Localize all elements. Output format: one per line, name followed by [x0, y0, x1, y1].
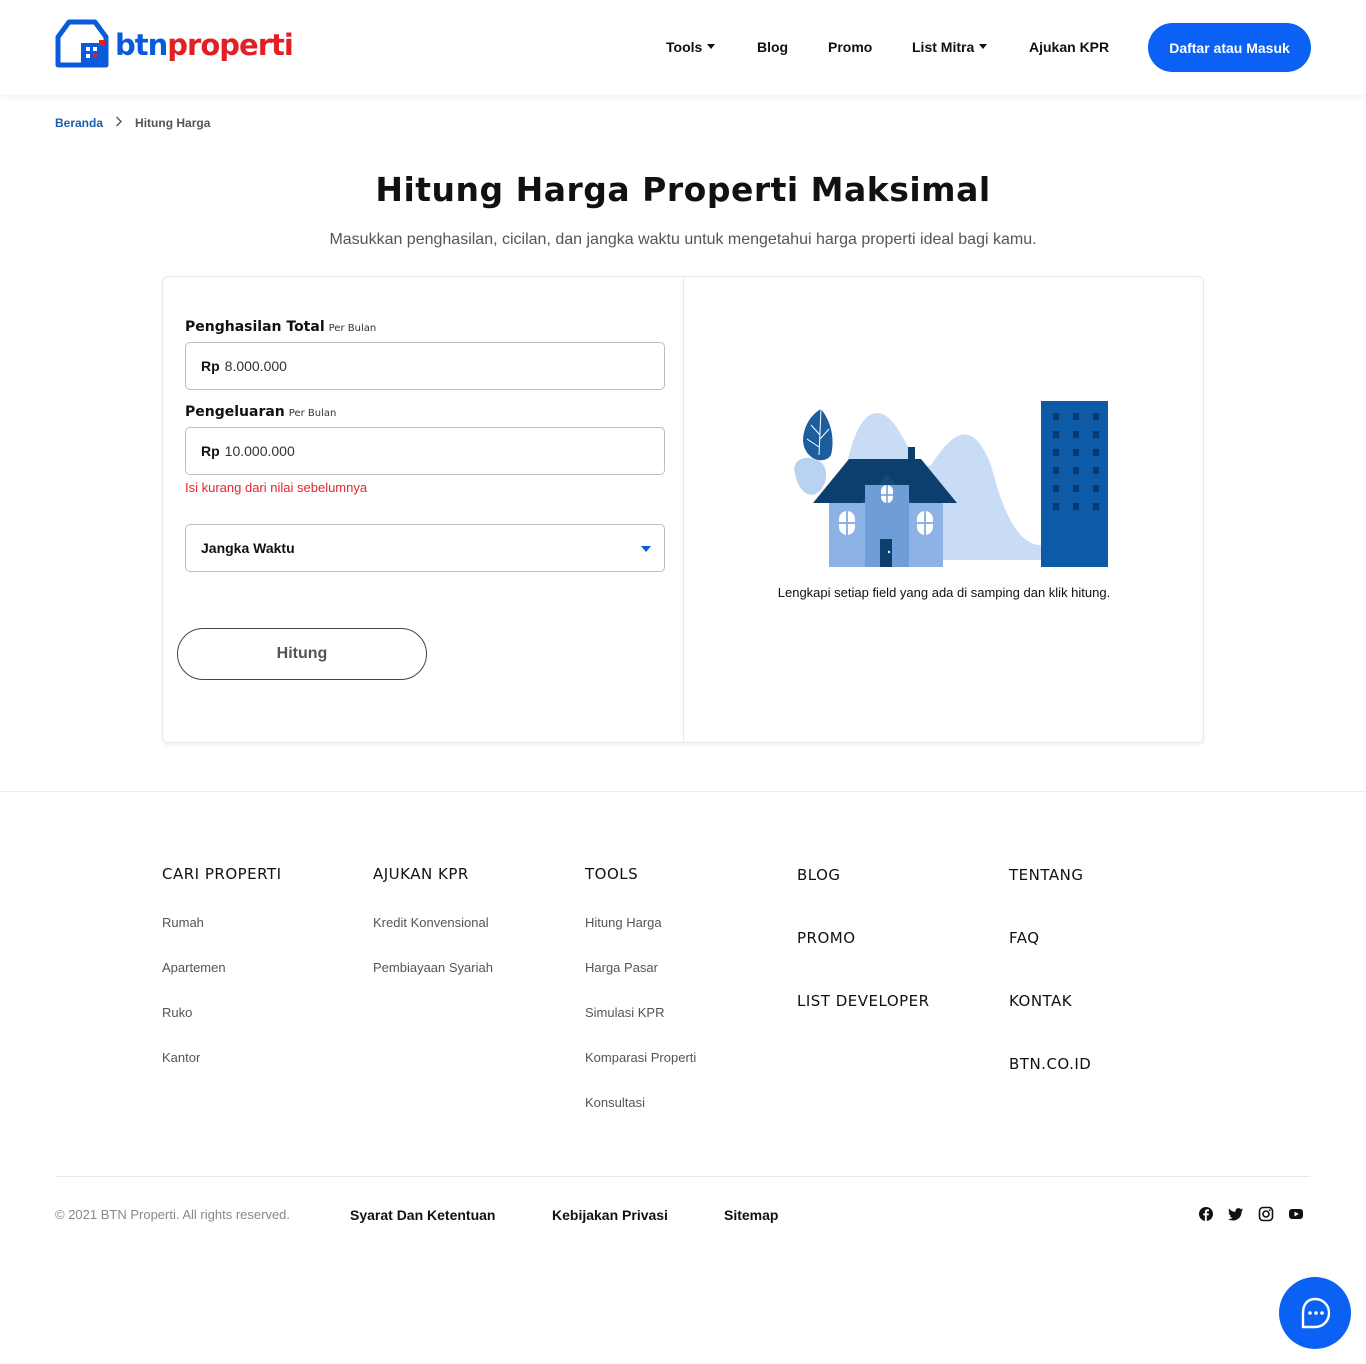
breadcrumb: Beranda Hitung Harga	[55, 116, 210, 130]
footer-link-faq[interactable]: FAQ	[1009, 929, 1040, 947]
nav-list-mitra[interactable]: List Mitra	[912, 39, 988, 55]
footer-link-hitung-harga[interactable]: Hitung Harga	[585, 915, 662, 930]
house-city-illustration	[794, 401, 1108, 567]
income-label: Penghasilan Total Per Bulan	[185, 319, 377, 335]
footer-link-konsultasi[interactable]: Konsultasi	[585, 1095, 645, 1110]
sitemap-link[interactable]: Sitemap	[724, 1207, 778, 1223]
caret-down-icon	[707, 43, 716, 49]
income-input[interactable]: Rp 8.000.000	[185, 342, 665, 390]
footer-link-kontak[interactable]: KONTAK	[1009, 992, 1072, 1010]
privacy-link[interactable]: Kebijakan Privasi	[552, 1207, 668, 1223]
register-login-button[interactable]: Daftar atau Masuk	[1148, 23, 1311, 72]
instagram-icon[interactable]	[1258, 1206, 1274, 1222]
footer-title-tools[interactable]: TOOLS	[585, 865, 638, 883]
footer-divider	[0, 791, 1366, 792]
page-title: Hitung Harga Properti Maksimal	[375, 170, 991, 209]
site-header: btnproperti Tools Blog Promo List Mitra …	[0, 0, 1366, 95]
term-select[interactable]: Jangka Waktu	[185, 524, 665, 572]
footer-link-harga-pasar[interactable]: Harga Pasar	[585, 960, 658, 975]
currency-prefix: Rp	[201, 358, 220, 374]
footer-link-btn-co-id[interactable]: BTN.CO.ID	[1009, 1055, 1091, 1073]
twitter-icon[interactable]	[1228, 1206, 1244, 1222]
expense-value: 10.000.000	[224, 443, 295, 459]
footer-link-ruko[interactable]: Ruko	[162, 1005, 192, 1020]
footer-link-rumah[interactable]: Rumah	[162, 915, 204, 930]
terms-link[interactable]: Syarat Dan Ketentuan	[350, 1207, 495, 1223]
dropdown-arrow-icon	[641, 546, 651, 552]
btn-properti-logo[interactable]: btnproperti	[55, 18, 294, 68]
breadcrumb-current: Hitung Harga	[135, 116, 211, 130]
footer-link-blog[interactable]: BLOG	[797, 866, 841, 884]
footer-bottom-divider	[55, 1176, 1310, 1177]
income-value: 8.000.000	[224, 358, 287, 374]
youtube-icon[interactable]	[1288, 1206, 1304, 1222]
chat-bubble-icon	[1301, 1297, 1331, 1329]
card-divider	[683, 277, 684, 742]
term-select-value: Jangka Waktu	[201, 540, 295, 556]
logo-wordmark: btnproperti	[115, 28, 294, 62]
footer-link-komparasi-properti[interactable]: Komparasi Properti	[585, 1050, 696, 1065]
expense-input[interactable]: Rp 10.000.000	[185, 427, 665, 475]
footer-title-ajukan-kpr[interactable]: AJUKAN KPR	[373, 865, 469, 883]
breadcrumb-home[interactable]: Beranda	[55, 116, 103, 130]
expense-error-message: Isi kurang dari nilai sebelumnya	[185, 480, 368, 495]
copyright-text: © 2021 BTN Properti. All rights reserved…	[55, 1207, 291, 1222]
chevron-right-icon	[115, 116, 123, 130]
result-hint: Lengkapi setiap field yang ada di sampin…	[777, 585, 1111, 600]
footer-link-list-developer[interactable]: LIST DEVELOPER	[797, 992, 930, 1010]
footer-link-tentang[interactable]: TENTANG	[1009, 866, 1083, 884]
nav-promo[interactable]: Promo	[828, 39, 872, 55]
house-logo-icon	[55, 19, 109, 67]
footer-link-simulasi-kpr[interactable]: Simulasi KPR	[585, 1005, 664, 1020]
footer-link-promo[interactable]: PROMO	[797, 929, 856, 947]
footer-link-apartemen[interactable]: Apartemen	[162, 960, 226, 975]
nav-ajukan-kpr[interactable]: Ajukan KPR	[1029, 39, 1109, 55]
footer-link-pembiayaan-syariah[interactable]: Pembiayaan Syariah	[373, 960, 493, 975]
calculate-button[interactable]: Hitung	[177, 628, 427, 680]
footer-link-kantor[interactable]: Kantor	[162, 1050, 200, 1065]
footer-link-kredit-konvensional[interactable]: Kredit Konvensional	[373, 915, 489, 930]
calculator-card: Penghasilan Total Per Bulan Rp 8.000.000 …	[162, 276, 1204, 743]
nav-tools[interactable]: Tools	[666, 39, 716, 55]
footer-title-cari-properti[interactable]: CARI PROPERTI	[162, 865, 282, 883]
currency-prefix: Rp	[201, 443, 220, 459]
chat-button[interactable]	[1279, 1277, 1351, 1349]
facebook-icon[interactable]	[1198, 1206, 1214, 1222]
nav-blog[interactable]: Blog	[757, 39, 788, 55]
expense-label: Pengeluaran Per Bulan	[185, 404, 337, 420]
caret-down-icon	[979, 43, 988, 49]
page-subtitle: Masukkan penghasilan, cicilan, dan jangk…	[329, 231, 1037, 248]
